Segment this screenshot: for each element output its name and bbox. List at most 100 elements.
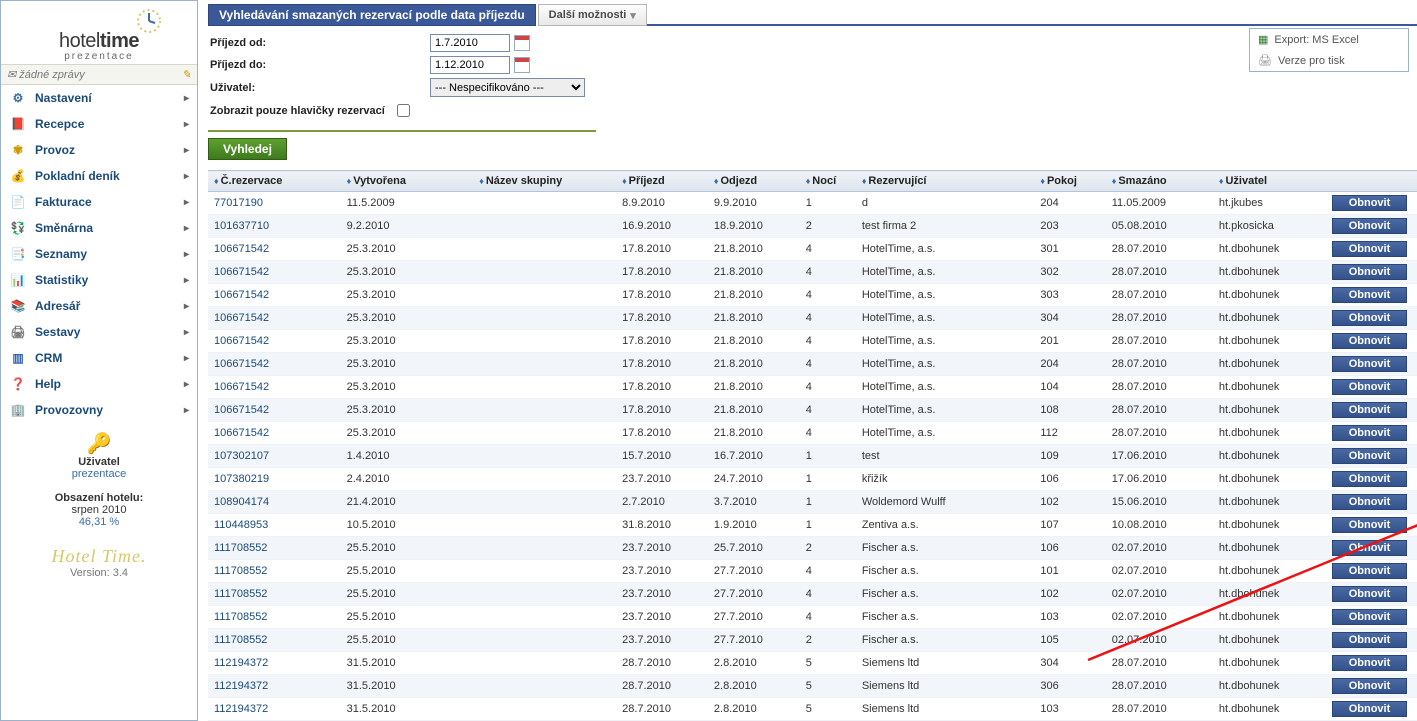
sidebar-item-crm[interactable]: ▥CRM▸ [1, 345, 197, 371]
user-value[interactable]: prezentace [72, 468, 126, 480]
table-cell: 23.7.2010 [616, 468, 708, 491]
sidebar-item-seznamy[interactable]: 📑Seznamy▸ [1, 241, 197, 267]
table-row: 11044895310.5.201031.8.20101.9.20101Zent… [208, 514, 1417, 537]
sidebar-item-sestavy[interactable]: 🖨Sestavy▸ [1, 319, 197, 345]
column-header[interactable]: ♦Název skupiny [473, 171, 616, 192]
restore-button[interactable]: Obnovit [1332, 310, 1407, 326]
restore-button[interactable]: Obnovit [1332, 609, 1407, 625]
sidebar-item-nastaven-[interactable]: ⚙Nastavení▸ [1, 85, 197, 111]
messages-bar[interactable]: ✉ žádné zprávy ✎ [1, 64, 197, 85]
chevron-right-icon: ▸ [184, 171, 189, 182]
column-header[interactable]: ♦Vytvořena [341, 171, 474, 192]
compose-icon[interactable]: ✎ [182, 68, 191, 81]
sidebar-item-sm-n-rna[interactable]: 💱Směnárna▸ [1, 215, 197, 241]
sidebar-item-adres-[interactable]: 📚Adresář▸ [1, 293, 197, 319]
sidebar-item-fakturace[interactable]: 📄Fakturace▸ [1, 189, 197, 215]
table-cell: 77017190 [208, 192, 341, 215]
table-cell: 31.8.2010 [616, 514, 708, 537]
sidebar-item-pokladn-den-k[interactable]: 💰Pokladní deník▸ [1, 163, 197, 189]
table-cell [473, 560, 616, 583]
table-cell-action: Obnovit [1320, 560, 1417, 583]
headers-only-checkbox[interactable] [397, 104, 410, 117]
table-cell [473, 468, 616, 491]
table-cell: ht.dbohunek [1213, 238, 1320, 261]
table-cell: 106671542 [208, 330, 341, 353]
nav-icon: 💰 [9, 168, 27, 184]
column-header[interactable]: ♦Pokoj [1034, 171, 1105, 192]
table-cell: 111708552 [208, 583, 341, 606]
table-cell: HotelTime, a.s. [856, 261, 1035, 284]
calendar-icon[interactable] [514, 35, 530, 51]
arrival-from-input[interactable] [430, 34, 510, 52]
column-header[interactable]: ♦Uživatel [1213, 171, 1320, 192]
arrival-to-input[interactable] [430, 56, 510, 74]
table-cell: 25.5.2010 [341, 583, 474, 606]
restore-button[interactable]: Obnovit [1332, 264, 1407, 280]
table-cell: 25.3.2010 [341, 284, 474, 307]
table-cell: 106671542 [208, 353, 341, 376]
restore-button[interactable]: Obnovit [1332, 632, 1407, 648]
column-header[interactable]: ♦Smazáno [1106, 171, 1213, 192]
restore-button[interactable]: Obnovit [1332, 471, 1407, 487]
restore-button[interactable]: Obnovit [1332, 218, 1407, 234]
sidebar-item-help[interactable]: ❓Help▸ [1, 371, 197, 397]
table-cell: 1.9.2010 [708, 514, 800, 537]
restore-button[interactable]: Obnovit [1332, 494, 1407, 510]
export-print[interactable]: 🖨 Verze pro tisk [1250, 50, 1408, 71]
column-header[interactable]: ♦Č.rezervace [208, 171, 341, 192]
restore-button[interactable]: Obnovit [1332, 655, 1407, 671]
tab-more-options[interactable]: Další možnosti ▾ [538, 4, 647, 26]
column-header[interactable]: ♦Odjezd [708, 171, 800, 192]
table-cell: 16.9.2010 [616, 215, 708, 238]
restore-button[interactable]: Obnovit [1332, 425, 1407, 441]
restore-button[interactable]: Obnovit [1332, 333, 1407, 349]
restore-button[interactable]: Obnovit [1332, 563, 1407, 579]
table-cell: ht.dbohunek [1213, 629, 1320, 652]
table-cell: 110448953 [208, 514, 341, 537]
search-button[interactable]: Vyhledej [208, 138, 287, 160]
sidebar-item-provozovny[interactable]: 🏢Provozovny▸ [1, 397, 197, 423]
table-cell: 21.8.2010 [708, 399, 800, 422]
table-row: 10667154225.3.201017.8.201021.8.20104Hot… [208, 353, 1417, 376]
table-cell: 4 [800, 330, 856, 353]
sidebar-item-provoz[interactable]: ✾Provoz▸ [1, 137, 197, 163]
calendar-icon[interactable] [514, 57, 530, 73]
table-cell-action: Obnovit [1320, 675, 1417, 698]
table-cell: Siemens ltd [856, 675, 1035, 698]
restore-button[interactable]: Obnovit [1332, 195, 1407, 211]
column-header[interactable]: ♦Příjezd [616, 171, 708, 192]
table-cell-action: Obnovit [1320, 261, 1417, 284]
restore-button[interactable]: Obnovit [1332, 241, 1407, 257]
filter-user-select[interactable]: --- Nespecifikováno --- [430, 78, 585, 97]
table-cell: 106 [1034, 537, 1105, 560]
table-cell: ht.dbohunek [1213, 652, 1320, 675]
table-cell: 02.07.2010 [1106, 583, 1213, 606]
restore-button[interactable]: Obnovit [1332, 402, 1407, 418]
sidebar-item-statistiky[interactable]: 📊Statistiky▸ [1, 267, 197, 293]
column-header[interactable]: ♦Rezervující [856, 171, 1035, 192]
nav-icon: 📕 [9, 116, 27, 132]
occupancy-pct[interactable]: 46,31 % [5, 516, 193, 528]
restore-button[interactable]: Obnovit [1332, 287, 1407, 303]
column-header[interactable]: ♦Nocí [800, 171, 856, 192]
table-cell: 21.4.2010 [341, 491, 474, 514]
restore-button[interactable]: Obnovit [1332, 379, 1407, 395]
restore-button[interactable]: Obnovit [1332, 678, 1407, 694]
sidebar-item-label: Provozovny [35, 403, 103, 417]
table-cell: ht.dbohunek [1213, 514, 1320, 537]
export-excel[interactable]: ▦ Export: MS Excel [1250, 29, 1408, 50]
table-cell [473, 330, 616, 353]
restore-button[interactable]: Obnovit [1332, 517, 1407, 533]
restore-button[interactable]: Obnovit [1332, 356, 1407, 372]
table-cell: 25.5.2010 [341, 560, 474, 583]
restore-button[interactable]: Obnovit [1332, 701, 1407, 717]
table-row: 11219437231.5.201028.7.20102.8.20105Siem… [208, 675, 1417, 698]
sort-icon: ♦ [1219, 176, 1224, 186]
restore-button[interactable]: Obnovit [1332, 448, 1407, 464]
table-cell: 107 [1034, 514, 1105, 537]
sidebar-item-recepce[interactable]: 📕Recepce▸ [1, 111, 197, 137]
table-cell [473, 353, 616, 376]
restore-button[interactable]: Obnovit [1332, 586, 1407, 602]
restore-button[interactable]: Obnovit [1332, 540, 1407, 556]
table-cell: ht.dbohunek [1213, 537, 1320, 560]
